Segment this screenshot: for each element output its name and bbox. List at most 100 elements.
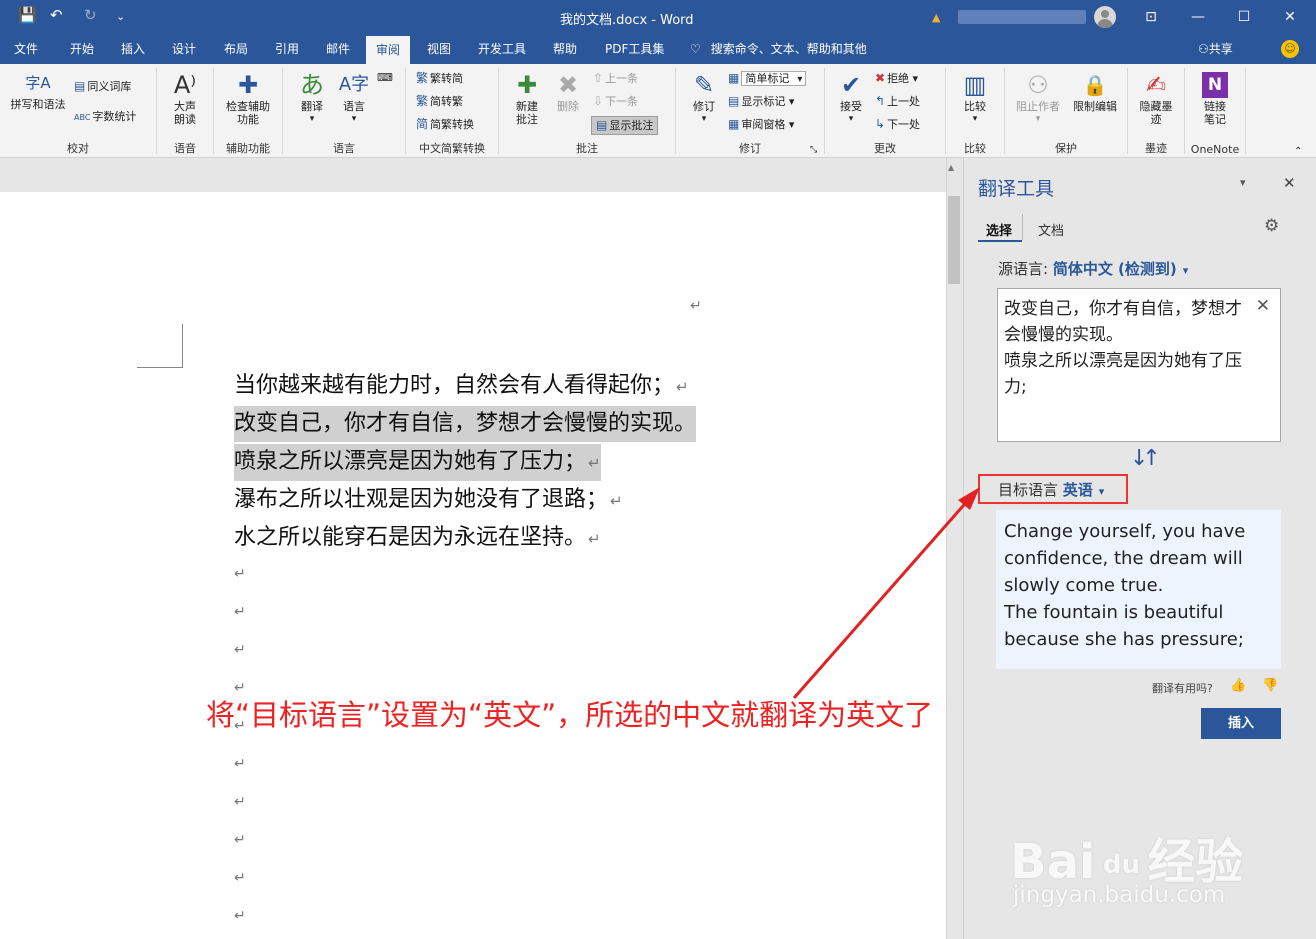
show-comments-button[interactable]: ▤ 显示批注 (591, 116, 659, 135)
undo-icon[interactable]: ↶ (50, 6, 63, 24)
spelling-label: 拼写和语法 (10, 98, 66, 111)
tab-references[interactable]: 引用 (271, 34, 303, 64)
word-count-icon: ABC (74, 113, 91, 122)
tab-document[interactable]: 文档 (1038, 220, 1064, 239)
tab-help[interactable]: 帮助 (549, 34, 581, 64)
accept-icon: ✔ (840, 71, 862, 99)
document-line[interactable]: 瀑布之所以壮观是因为她没有了退路； ↵ (234, 482, 623, 519)
scroll-up-icon[interactable]: ▲ (948, 163, 954, 172)
feedback-prompt: 翻译有用吗? (1152, 682, 1213, 695)
group-proofing: 字A 拼写和语法 ▤ 同义词库 ABC 字数统计 校对 (0, 64, 156, 158)
reviewing-pane-button[interactable]: ▦ 审阅窗格 ▾ (728, 116, 794, 133)
thesaurus-button[interactable]: ▤ 同义词库 (74, 78, 131, 95)
group-label-language: 语言 (333, 142, 355, 155)
check-accessibility-button[interactable]: ✚ 检查辅助功能 (220, 70, 276, 126)
maximize-icon[interactable]: ☐ (1229, 5, 1259, 29)
tab-mailings[interactable]: 邮件 (322, 34, 354, 64)
pane-options-icon[interactable]: ▾ (1240, 176, 1246, 189)
show-comments-icon: ▤ (596, 118, 608, 132)
traditional-to-simplified-button[interactable]: 繁繁转简 (416, 70, 463, 87)
tab-file[interactable]: 文件 (10, 34, 42, 64)
group-protect: ⚇ 阻止作者 ▾ 🔒 限制编辑 保护 (1005, 64, 1127, 158)
markup-dropdown[interactable]: ▦ 简单标记 (728, 70, 807, 87)
target-language-selector[interactable]: 目标语言 英语 ▾ (978, 474, 1128, 504)
simplified-to-traditional-button[interactable]: 繁简转繁 (416, 93, 463, 110)
linked-notes-button[interactable]: N 链接笔记 (1191, 70, 1239, 126)
thesaurus-icon: ▤ (74, 79, 86, 93)
convert-label: 简繁转换 (430, 118, 475, 131)
clear-icon[interactable]: ✕ (1256, 293, 1270, 319)
compare-icon: ▥ (963, 71, 987, 99)
line-text: 水之所以能穿石是因为永远在坚持。 (234, 525, 587, 550)
restrict-editing-button[interactable]: 🔒 限制编辑 (1067, 70, 1123, 113)
hide-ink-button[interactable]: ✍ 隐藏墨迹 (1134, 70, 1178, 126)
minimize-icon[interactable]: — (1183, 5, 1213, 29)
translate-button[interactable]: あ 翻译 ▾ (293, 70, 331, 126)
keyboard-icon[interactable]: ⌨ (377, 70, 393, 86)
word-count-label: 字数统计 (92, 110, 137, 123)
tab-design[interactable]: 设计 (168, 34, 200, 64)
previous-comment-button[interactable]: ⇧ 上一条 (593, 70, 638, 87)
thumbs-up-icon[interactable]: 👍 (1230, 678, 1246, 693)
gear-icon[interactable]: ⚙ (1264, 216, 1279, 236)
save-icon[interactable]: 💾 (18, 6, 37, 24)
previous-change-button[interactable]: ↰ 上一处 (875, 93, 920, 110)
feedback-smiley-icon[interactable]: ☺ (1281, 40, 1299, 58)
translate-label: 翻译 (301, 100, 323, 113)
tab-home[interactable]: 开始 (66, 34, 98, 64)
group-tracking: ✎ 修订 ▾ ▦简单标记 ▤显示标记 ▾ ▦审阅窗格 ▾ ⤡ 修订 (676, 64, 824, 158)
compare-button[interactable]: ▥ 比较 ▾ (954, 70, 996, 126)
document-line[interactable]: 水之所以能穿石是因为永远在坚持。 ↵ (234, 520, 601, 557)
document-line[interactable]: 当你越来越有能力时，自然会有人看得起你； ↵ (234, 368, 689, 405)
word-count-button[interactable]: ABC 字数统计 (74, 109, 136, 126)
warning-icon: ▲ (932, 11, 941, 24)
redo-icon[interactable]: ↻ (84, 6, 97, 24)
next-comment-button[interactable]: ⇩ 下一条 (593, 93, 638, 110)
source-language-selector[interactable]: 源语言: 简体中文 (检测到) ▾ (998, 258, 1188, 279)
close-icon[interactable]: ✕ (1275, 5, 1305, 29)
tell-me-search[interactable]: ♡ 搜索命令、文本、帮助和其他 (690, 34, 867, 64)
show-markup-label: 显示标记 (741, 95, 786, 108)
show-markup-button[interactable]: ▤ 显示标记 ▾ (728, 93, 794, 110)
insert-button[interactable]: 插入 (1201, 708, 1281, 739)
scrollbar-thumb[interactable] (948, 196, 960, 284)
group-label-onenote: OneNote (1190, 143, 1240, 156)
tab-review[interactable]: 审阅 (366, 36, 411, 64)
ribbon-tab-bar: 文件 开始 插入 设计 布局 引用 邮件 审阅 视图 开发工具 帮助 PDF工具… (0, 34, 1316, 64)
tab-selection[interactable]: 选择 (986, 220, 1012, 239)
document-line-selected[interactable]: 喷泉之所以漂亮是因为她有了压力； ↵ (234, 444, 601, 481)
customize-qat-icon[interactable]: ⌄ (116, 10, 125, 23)
next-change-button[interactable]: ↳ 下一处 (875, 116, 920, 133)
document-page[interactable]: ↵ 当你越来越有能力时，自然会有人看得起你； ↵ 改变自己，你才有自信，梦想才会慢… (0, 192, 946, 939)
delete-comment-button[interactable]: ✖ 删除 (549, 70, 587, 113)
thumbs-down-icon[interactable]: 👎 (1262, 678, 1278, 693)
ruler (0, 158, 948, 192)
pilcrow-mark: ↵ (234, 566, 246, 582)
tab-layout[interactable]: 布局 (220, 34, 252, 64)
new-comment-button[interactable]: ✚ 新建批注 (507, 70, 547, 126)
hide-ink-icon: ✍ (1145, 71, 1167, 99)
read-aloud-button[interactable]: A⁾ 大声朗读 (163, 70, 207, 126)
share-button[interactable]: ⚇共享 (1198, 34, 1233, 64)
swap-languages-icon[interactable]: ↓↑ (1130, 446, 1161, 471)
block-authors-button[interactable]: ⚇ 阻止作者 ▾ (1011, 70, 1065, 126)
track-changes-button[interactable]: ✎ 修订 ▾ (684, 70, 724, 126)
tab-insert[interactable]: 插入 (117, 34, 149, 64)
document-line-selected[interactable]: 改变自己，你才有自信，梦想才会慢慢的实现。 (234, 406, 697, 442)
reject-button[interactable]: ✖ 拒绝 ▾ (875, 70, 918, 87)
pane-close-icon[interactable]: ✕ (1283, 174, 1296, 192)
chinese-conversion-button[interactable]: 简简繁转换 (416, 116, 474, 133)
tab-developer[interactable]: 开发工具 (474, 34, 530, 64)
language-button[interactable]: A字 语言 ▾ (335, 70, 373, 126)
group-label-chinese: 中文简繁转换 (419, 142, 485, 155)
share-icon: ⚇ (1198, 42, 1209, 56)
source-text-box[interactable]: 改变自己，你才有自信，梦想才会慢慢的实现。 喷泉之所以漂亮是因为她有了压力; ✕ (997, 288, 1281, 442)
accept-button[interactable]: ✔ 接受 ▾ (831, 70, 871, 126)
ribbon-display-options-icon[interactable]: ⊡ (1136, 5, 1166, 29)
pane-title: 翻译工具 (978, 178, 1055, 200)
tab-view[interactable]: 视图 (423, 34, 455, 64)
avatar[interactable] (1094, 6, 1116, 28)
tab-pdf-tools[interactable]: PDF工具集 (601, 34, 668, 64)
spelling-grammar-button[interactable]: 字A 拼写和语法 (6, 68, 70, 111)
track-changes-icon: ✎ (693, 71, 715, 99)
